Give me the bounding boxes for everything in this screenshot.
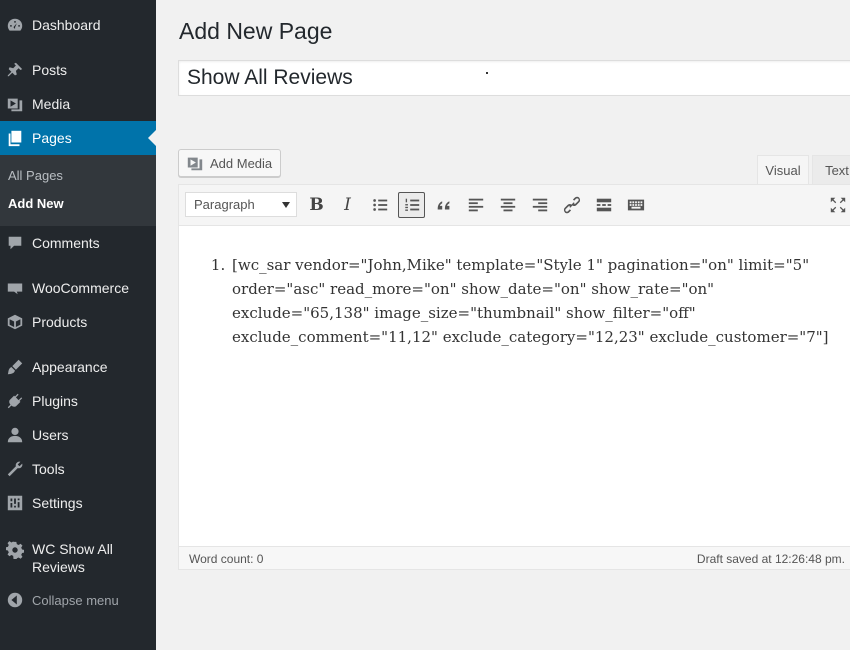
admin-sidebar: Dashboard Posts Media Pages All Pages Ad…: [0, 0, 156, 650]
sidebar-item-dashboard[interactable]: Dashboard: [0, 8, 156, 42]
dashboard-icon: [5, 15, 25, 35]
insert-link-button[interactable]: [558, 192, 585, 218]
sidebar-item-label: Plugins: [32, 393, 78, 409]
comments-icon: [5, 233, 25, 253]
blockquote-button[interactable]: [430, 192, 457, 218]
italic-icon: I: [344, 195, 351, 215]
fullscreen-icon: [830, 197, 845, 213]
pages-submenu: All Pages Add New: [0, 155, 156, 226]
numbered-list-icon: [404, 198, 419, 211]
bold-button[interactable]: B: [303, 192, 330, 218]
align-left-icon: [468, 198, 483, 212]
read-more-button[interactable]: [590, 192, 617, 218]
settings-icon: [5, 493, 25, 513]
sidebar-item-users[interactable]: Users: [0, 418, 156, 452]
align-right-button[interactable]: [526, 192, 553, 218]
tab-text[interactable]: Text: [812, 155, 850, 185]
format-select[interactable]: Paragraph: [185, 192, 297, 217]
woocommerce-icon: [5, 278, 25, 298]
content-editor: Paragraph B I 1. [wc_sar vendor="John,Mi…: [178, 184, 850, 570]
align-right-icon: [532, 198, 547, 212]
numbered-list: [wc_sar vendor="John,Mike" template="Sty…: [230, 253, 840, 349]
sidebar-item-label: WC Show All Reviews: [32, 541, 113, 575]
sidebar-item-label: Dashboard: [32, 17, 101, 33]
fullscreen-button[interactable]: [824, 192, 850, 218]
sidebar-item-label: Tools: [32, 461, 65, 477]
users-icon: [5, 425, 25, 445]
gear-icon: [5, 540, 25, 560]
products-icon: [5, 312, 25, 332]
collapse-menu-label: Collapse menu: [32, 592, 119, 608]
sidebar-item-label: Media: [32, 96, 71, 112]
sidebar-item-label: Pages: [32, 130, 72, 146]
align-center-icon: [500, 198, 515, 212]
editor-toolbar: Paragraph B I: [179, 185, 850, 226]
pin-icon: [5, 60, 25, 80]
sidebar-item-label: Products: [32, 314, 88, 330]
bullet-list-button[interactable]: [366, 192, 393, 218]
add-media-icon: [187, 157, 203, 171]
sidebar-item-appearance[interactable]: Appearance: [0, 350, 156, 384]
link-icon: [563, 196, 580, 214]
read-more-icon: [596, 198, 611, 212]
add-media-button[interactable]: Add Media: [178, 149, 281, 177]
sidebar-item-comments[interactable]: Comments: [0, 226, 156, 260]
post-title-input[interactable]: Show All Reviews: [178, 60, 850, 96]
align-center-button[interactable]: [494, 192, 521, 218]
sidebar-item-pages[interactable]: Pages: [0, 121, 156, 155]
italic-button[interactable]: I: [334, 192, 361, 218]
toolbar-toggle-icon: [627, 199, 644, 211]
tab-visual[interactable]: Visual: [757, 155, 809, 185]
list-item: [wc_sar vendor="John,Mike" template="Sty…: [230, 253, 840, 349]
sidebar-item-tools[interactable]: Tools: [0, 452, 156, 486]
draft-saved-status: Draft saved at 12:26:48 pm.: [696, 552, 845, 566]
sidebar-item-label: Settings: [32, 495, 83, 511]
collapse-icon: [5, 590, 25, 610]
page-title: Add New Page: [179, 18, 333, 44]
word-count: Word count: 0: [189, 552, 264, 566]
submenu-add-new[interactable]: Add New: [8, 196, 64, 211]
collapse-menu-button[interactable]: Collapse menu: [0, 583, 156, 617]
sidebar-item-wc-show-all-reviews[interactable]: WC Show All Reviews: [0, 535, 156, 581]
submenu-all-pages[interactable]: All Pages: [8, 168, 63, 183]
sidebar-item-plugins[interactable]: Plugins: [0, 384, 156, 418]
media-icon: [5, 94, 25, 114]
sidebar-item-label: Appearance: [32, 359, 108, 375]
align-left-button[interactable]: [462, 192, 489, 218]
editor-status-bar: Word count: 0 Draft saved at 12:26:48 pm…: [179, 546, 850, 569]
add-media-label: Add Media: [210, 155, 273, 171]
tools-icon: [5, 459, 25, 479]
sidebar-item-woocommerce[interactable]: WooCommerce: [0, 271, 156, 305]
sidebar-item-media[interactable]: Media: [0, 87, 156, 121]
sidebar-item-label: Users: [32, 427, 69, 443]
plugins-icon: [5, 391, 25, 411]
text-cursor-dot: [486, 72, 488, 74]
sidebar-item-settings[interactable]: Settings: [0, 486, 156, 520]
sidebar-item-products[interactable]: Products: [0, 305, 156, 339]
numbered-list-button[interactable]: [398, 192, 425, 218]
bold-icon: B: [309, 195, 324, 215]
dropdown-arrow-icon: [282, 202, 290, 208]
format-select-value: Paragraph: [194, 197, 255, 212]
toolbar-toggle-button[interactable]: [622, 192, 649, 218]
bullet-list-icon: [372, 199, 387, 211]
sidebar-item-label: WooCommerce: [32, 280, 129, 296]
editor-content[interactable]: [wc_sar vendor="John,Mike" template="Sty…: [179, 227, 850, 547]
sidebar-item-posts[interactable]: Posts: [0, 53, 156, 87]
blockquote-icon: [437, 201, 449, 210]
pages-icon: [5, 128, 25, 148]
appearance-icon: [5, 357, 25, 377]
sidebar-item-label: Posts: [32, 62, 68, 78]
sidebar-item-label: Comments: [32, 235, 100, 251]
